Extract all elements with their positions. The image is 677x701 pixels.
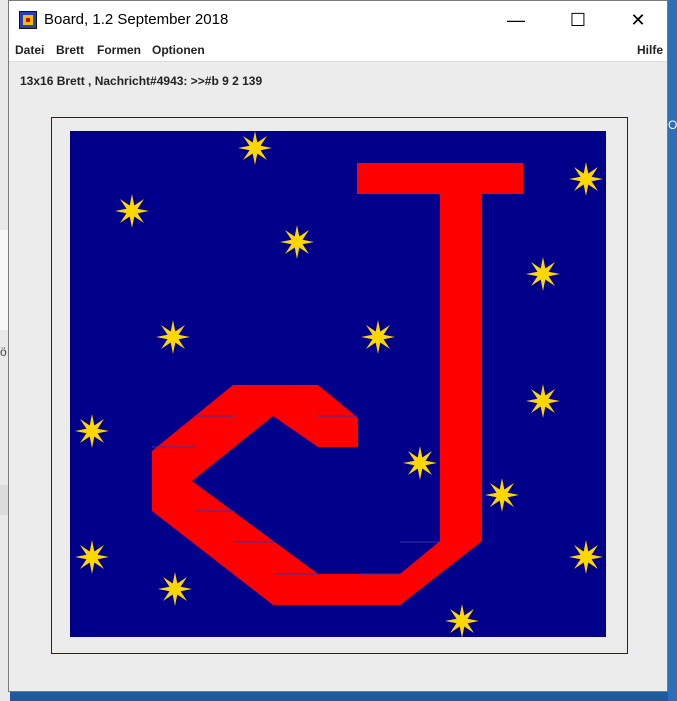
- background-text: O: [668, 118, 677, 132]
- menu-bar: Datei Brett Formen Optionen Hilfe: [9, 39, 667, 62]
- star-icon: [445, 604, 479, 637]
- game-board[interactable]: [70, 131, 606, 637]
- letter-j-shape: [152, 194, 482, 605]
- star-icon: [569, 540, 603, 574]
- window-title: Board, 1.2 September 2018: [44, 11, 229, 28]
- star-icon: [485, 478, 519, 512]
- menu-optionen[interactable]: Optionen: [152, 43, 205, 57]
- app-icon: [19, 11, 37, 29]
- close-button[interactable]: ✕: [615, 1, 661, 39]
- star-icon: [75, 540, 109, 574]
- maximize-button[interactable]: ☐: [555, 1, 601, 39]
- board-window: Board, 1.2 September 2018 — ☐ ✕ Datei Br…: [8, 0, 668, 692]
- star-icon: [238, 131, 272, 165]
- menu-brett[interactable]: Brett: [56, 43, 84, 57]
- menu-formen[interactable]: Formen: [97, 43, 141, 57]
- star-icon: [526, 384, 560, 418]
- star-icon: [361, 320, 395, 354]
- star-icon: [403, 446, 437, 480]
- status-message: 13x16 Brett , Nachricht#4943: >>#b 9 2 1…: [20, 74, 263, 88]
- star-icon: [569, 162, 603, 196]
- board-canvas: [75, 131, 603, 637]
- background-text: ö: [0, 345, 7, 359]
- title-bar[interactable]: Board, 1.2 September 2018 — ☐ ✕: [9, 1, 667, 39]
- stars-layer: [75, 131, 603, 637]
- star-icon: [115, 194, 149, 228]
- star-icon: [526, 257, 560, 291]
- star-icon: [158, 572, 192, 606]
- star-icon: [75, 414, 109, 448]
- menu-hilfe[interactable]: Hilfe: [637, 43, 663, 57]
- menu-datei[interactable]: Datei: [15, 43, 44, 57]
- star-icon: [156, 320, 190, 354]
- desktop-background-right: O: [668, 0, 677, 701]
- star-icon: [280, 225, 314, 259]
- minimize-button[interactable]: —: [493, 1, 539, 39]
- letter-j-top-bar: [357, 163, 523, 194]
